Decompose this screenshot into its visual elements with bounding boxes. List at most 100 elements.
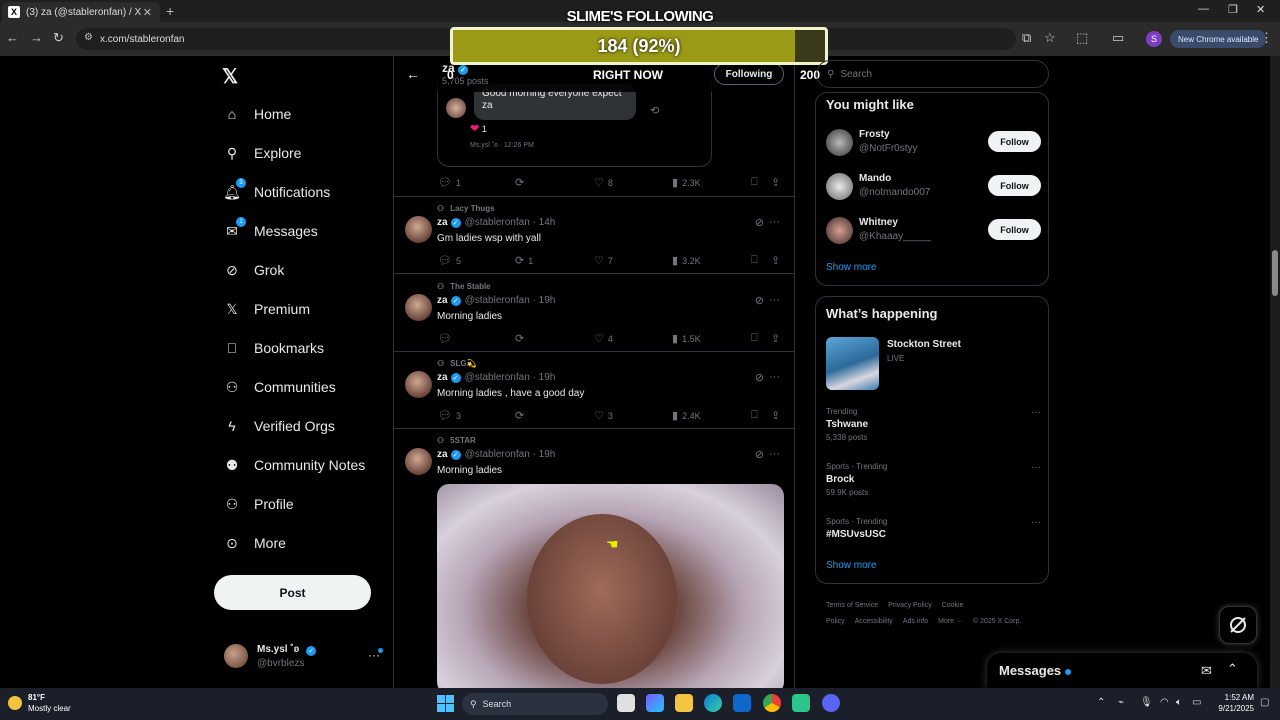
like-button[interactable]: ♡ 4: [594, 332, 613, 345]
grok-explain-icon[interactable]: ⊘: [755, 371, 764, 384]
live-event-name[interactable]: Stockton Street: [887, 339, 961, 350]
sidebar-item-premium[interactable]: 𝕏 Premium: [222, 295, 310, 323]
quoted-post[interactable]: Good morning everyone expect za ⟲ ❤ 1 Ms…: [437, 80, 712, 167]
notifications-icon[interactable]: ▢: [1260, 697, 1269, 708]
new-chrome-button[interactable]: New Chrome available: [1170, 30, 1267, 48]
add-reaction-icon[interactable]: ⟲: [650, 104, 659, 117]
new-tab-button[interactable]: +: [166, 3, 174, 19]
volume-icon[interactable]: 🔈︎: [1176, 697, 1182, 708]
sidebar-item-verified-orgs[interactable]: ϟ Verified Orgs: [222, 412, 335, 440]
reload-icon[interactable]: ↻: [53, 30, 64, 46]
avatar[interactable]: [405, 448, 432, 475]
avatar[interactable]: [405, 294, 432, 321]
follow-button[interactable]: Follow: [988, 219, 1041, 240]
follow-button[interactable]: Follow: [988, 175, 1041, 196]
search-input[interactable]: ⚲ Search: [816, 60, 1049, 88]
author-name[interactable]: za: [437, 449, 448, 460]
x-logo-icon[interactable]: 𝕏: [222, 64, 238, 89]
more-options-icon[interactable]: ···: [769, 371, 780, 383]
avatar[interactable]: [826, 173, 853, 200]
install-icon[interactable]: ⧉: [1022, 30, 1031, 46]
footer-link[interactable]: © 2025 X Corp.: [973, 618, 1021, 625]
suggestion-item[interactable]: Whitney @Khaaay_____ Follow: [826, 215, 1041, 247]
show-more-link[interactable]: Show more: [826, 262, 877, 273]
sidebar-item-community-notes[interactable]: ⚉ Community Notes: [222, 451, 366, 479]
minimize-button[interactable]: —: [1198, 3, 1209, 15]
footer-link[interactable]: Accessibility: [855, 618, 893, 625]
timestamp[interactable]: · 19h: [533, 372, 556, 383]
community-label[interactable]: ⚇ SLG💫: [437, 359, 477, 368]
repost-button[interactable]: ⟳: [515, 176, 528, 189]
scrollbar-thumb[interactable]: [1272, 250, 1278, 296]
avatar[interactable]: [826, 129, 853, 156]
author-name[interactable]: za: [437, 372, 448, 383]
back-arrow-icon[interactable]: ←: [406, 66, 420, 82]
reply-button[interactable]: 💬︎ 3: [438, 409, 461, 422]
views-button[interactable]: ▮ 2.4K: [672, 409, 701, 422]
share-button[interactable]: ⇪: [771, 332, 784, 345]
more-options-icon[interactable]: ···: [769, 294, 780, 306]
views-button[interactable]: ▮ 1.5K: [672, 332, 701, 345]
footer-link[interactable]: Ads info: [903, 618, 928, 625]
sidebar-item-notifications[interactable]: 🔔︎ 3 Notifications: [222, 178, 330, 206]
share-button[interactable]: ⇪: [771, 409, 784, 422]
suggestion-item[interactable]: Frosty @NotFr0styy Follow: [826, 127, 1041, 159]
avatar[interactable]: [405, 216, 432, 243]
wifi-icon[interactable]: ◠: [1160, 697, 1169, 708]
grok-button[interactable]: [1219, 606, 1257, 644]
author-handle[interactable]: @stableronfan: [465, 449, 530, 460]
share-button[interactable]: ⇪: [771, 176, 784, 189]
account-switcher[interactable]: Ms.ysl ˚ʚ ✓ @bvrblezs ···: [222, 640, 384, 676]
battery-icon[interactable]: ▭: [1192, 697, 1201, 708]
restore-button[interactable]: ❐: [1228, 3, 1238, 16]
reply-button[interactable]: 💬︎: [438, 332, 456, 345]
author-handle[interactable]: @stableronfan: [465, 217, 530, 228]
edge-icon[interactable]: [704, 694, 722, 712]
expand-icon[interactable]: ⌃: [1227, 661, 1238, 677]
repost-button[interactable]: ⟳ 1: [515, 254, 533, 267]
sidebar-item-bookmarks[interactable]: ⎕ Bookmarks: [222, 334, 324, 362]
app-icon[interactable]: [792, 694, 810, 712]
footer-link[interactable]: Terms of Service: [826, 602, 878, 609]
split-view-icon[interactable]: ▭: [1112, 30, 1124, 46]
suggestion-name[interactable]: Frosty: [859, 129, 890, 140]
tab-close-button[interactable]: ✕: [143, 6, 152, 19]
sidebar-item-profile[interactable]: ⚇ Profile: [222, 490, 294, 518]
suggestion-name[interactable]: Mando: [859, 173, 891, 184]
chrome-profile-avatar[interactable]: S: [1146, 31, 1162, 47]
extensions-icon[interactable]: ⬚: [1076, 30, 1088, 46]
sidebar-item-communities[interactable]: ⚇ Communities: [222, 373, 336, 401]
repost-button[interactable]: ⟳: [515, 409, 528, 422]
like-button[interactable]: ♡ 3: [594, 409, 613, 422]
taskbar-search[interactable]: ⚲ Search: [462, 693, 608, 715]
sidebar-item-more[interactable]: ⊙ More: [222, 529, 286, 557]
weather-widget[interactable]: 81°F Mostly clear: [28, 692, 71, 714]
following-button[interactable]: Following: [714, 63, 784, 85]
more-options-icon[interactable]: ···: [769, 216, 780, 228]
live-event-thumbnail[interactable]: [826, 337, 879, 390]
footer-link[interactable]: More ···: [938, 618, 963, 625]
more-options-icon[interactable]: ···: [1031, 407, 1041, 418]
suggestion-name[interactable]: Whitney: [859, 217, 898, 228]
sidebar-item-messages[interactable]: ✉ 1 Messages: [222, 217, 318, 245]
grok-explain-icon[interactable]: ⊘: [755, 448, 764, 461]
more-options-icon[interactable]: ···: [1031, 517, 1041, 528]
copilot-icon[interactable]: [646, 694, 664, 712]
outlook-icon[interactable]: [733, 694, 751, 712]
author-handle[interactable]: @stableronfan: [465, 295, 530, 306]
views-button[interactable]: ▮ 2.3K: [672, 176, 701, 189]
chrome-icon[interactable]: [763, 694, 781, 712]
more-options-icon[interactable]: ···: [769, 448, 780, 460]
messages-drawer[interactable]: Messages ✉ ⌃: [987, 653, 1257, 689]
more-options-icon[interactable]: ···: [1031, 462, 1041, 473]
trend-item[interactable]: Sports · Trending #MSUvsUSC ···: [826, 517, 1041, 543]
timestamp[interactable]: · 14h: [533, 217, 556, 228]
mic-icon[interactable]: 🎙︎: [1140, 697, 1153, 708]
sidebar-item-home[interactable]: ⌂ Home: [222, 100, 292, 128]
task-view-icon[interactable]: [617, 694, 635, 712]
browser-tab[interactable]: X (3) za (@stableronfan) / X ✕: [2, 2, 160, 22]
reply-button[interactable]: 💬︎ 1: [438, 176, 461, 189]
taskbar-clock[interactable]: 1:52 AM 9/21/2025: [1208, 692, 1254, 714]
back-icon[interactable]: ←: [6, 30, 19, 45]
grok-explain-icon[interactable]: ⊘: [755, 216, 764, 229]
